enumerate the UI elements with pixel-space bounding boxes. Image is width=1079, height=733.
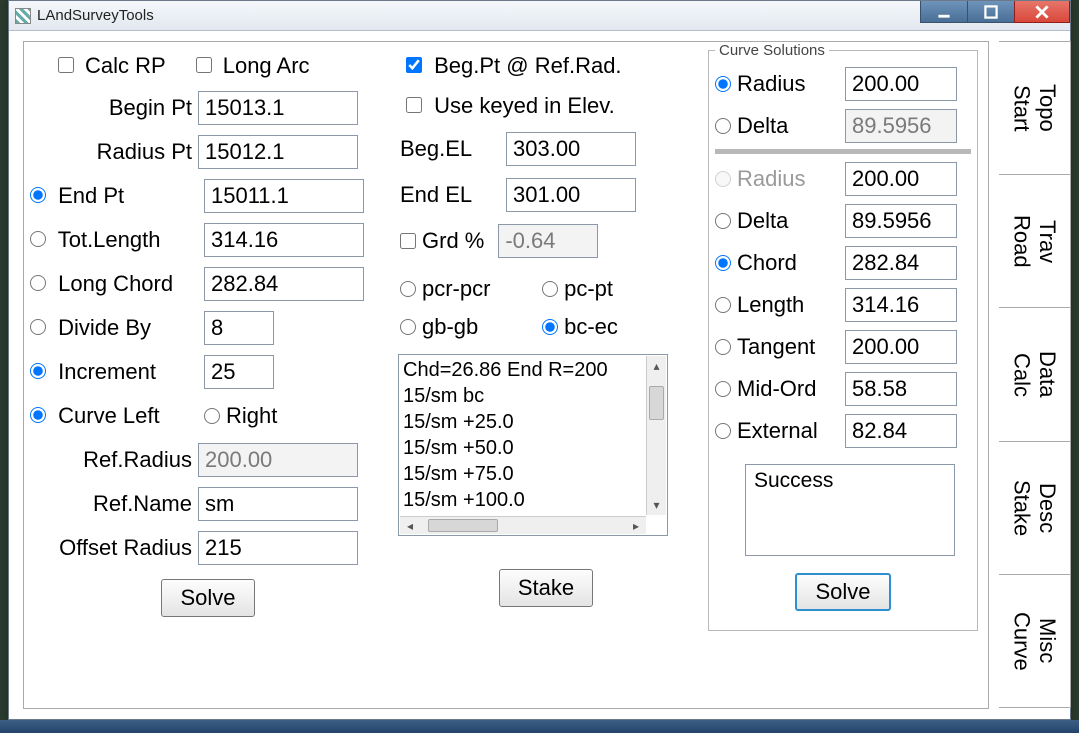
end-el-input[interactable] [506,178,636,212]
cs-chord-radio[interactable]: Chord [715,250,845,276]
increment-radio[interactable]: Increment [28,359,204,385]
cs-length-radio[interactable]: Length [715,292,845,318]
scroll-right-icon[interactable]: ▸ [626,517,646,534]
separator [715,149,971,154]
app-icon [15,8,31,24]
cs-radius1-radio[interactable]: Radius [715,71,845,97]
cs-length-input[interactable] [845,288,957,322]
col3: Curve Solutions Radius Delta Radius Delt… [708,42,978,631]
end-el-label: End EL [396,182,506,208]
ref-radius-label: Ref.Radius [28,447,198,473]
list-item[interactable]: 15/sm +100.0 [403,487,663,513]
cs-external-radio[interactable]: External [715,418,845,444]
tot-length-radio[interactable]: Tot.Length [28,227,204,253]
tot-length-input[interactable] [204,223,364,257]
scroll-down-icon[interactable]: ▾ [647,495,666,515]
cs-delta1-radio[interactable]: Delta [715,113,845,139]
list-item[interactable]: Chd=26.86 End R=200 [403,357,663,383]
list-item[interactable]: 15/sm +25.0 [403,409,663,435]
titlebar[interactable]: LAndSurveyTools [9,1,1070,31]
ref-radius-input[interactable] [198,443,358,477]
radius-pt-input[interactable] [198,135,358,169]
window-title: LAndSurveyTools [37,7,921,24]
cs-delta2-input[interactable] [845,204,957,238]
grd-input[interactable] [498,224,598,258]
client-area: Calc RP Long Arc Begin Pt Radius Pt End … [9,31,1070,719]
cs-midord-input[interactable] [845,372,957,406]
stake-button[interactable]: Stake [499,569,593,607]
col2: Beg.Pt @ Ref.Rad. Use keyed in Elev. Beg… [396,46,696,620]
end-pt-radio[interactable]: End Pt [28,183,204,209]
beg-pt-ref-check[interactable]: Beg.Pt @ Ref.Rad. [406,53,622,79]
divide-by-input[interactable] [204,311,274,345]
ref-name-input[interactable] [198,487,358,521]
tab-misc-curve[interactable]: Misc Curve [999,574,1071,708]
beg-el-label: Beg.EL [396,136,506,162]
horizontal-scrollbar[interactable]: ◂ ▸ [400,516,646,534]
cs-tangent-radio[interactable]: Tangent [715,334,845,360]
output-listbox[interactable]: Chd=26.86 End R=200 15/sm bc 15/sm +25.0… [398,354,668,536]
solve-button-2[interactable]: Solve [795,573,890,611]
long-chord-input[interactable] [204,267,364,301]
increment-input[interactable] [204,355,274,389]
beg-el-input[interactable] [506,132,636,166]
curve-left-radio[interactable]: Curve Left [28,403,204,429]
offset-radius-label: Offset Radius [28,535,198,561]
vertical-scrollbar[interactable]: ▴ ▾ [646,356,666,515]
maximize-button[interactable] [967,1,1015,23]
tab-topo-start[interactable]: Topo Start [999,41,1071,175]
cs-midord-radio[interactable]: Mid-Ord [715,376,845,402]
bc-ec-radio[interactable]: bc-ec [540,308,682,346]
hscroll-thumb[interactable] [428,519,498,532]
curve-solutions-group: Curve Solutions Radius Delta Radius Delt… [708,42,978,631]
list-item[interactable]: 15/sm bc [403,383,663,409]
col1: Calc RP Long Arc Begin Pt Radius Pt End … [28,46,388,626]
tab-trav-road[interactable]: Trav Road [999,174,1071,308]
cs-radius2-radio: Radius [715,166,845,192]
close-button[interactable] [1014,1,1070,23]
gb-gb-radio[interactable]: gb-gb [398,308,540,346]
window-buttons [921,1,1070,30]
begin-pt-label: Begin Pt [28,95,198,121]
taskbar[interactable] [0,720,1079,733]
pcr-pcr-radio[interactable]: pcr-pcr [398,270,540,308]
divide-by-radio[interactable]: Divide By [28,315,204,341]
long-chord-radio[interactable]: Long Chord [28,271,204,297]
cs-tangent-input[interactable] [845,330,957,364]
app-window: LAndSurveyTools Calc RP Long Arc Begin P… [8,0,1071,720]
pc-pt-radio[interactable]: pc-pt [540,270,682,308]
offset-radius-input[interactable] [198,531,358,565]
long-arc-check[interactable]: Long Arc [196,53,310,79]
long-arc-label: Long Arc [223,53,310,78]
grd-check[interactable]: Grd % [400,228,484,254]
use-keyed-check[interactable]: Use keyed in Elev. [406,93,615,119]
curve-solutions-legend: Curve Solutions [715,42,829,59]
scroll-left-icon[interactable]: ◂ [400,517,420,534]
end-pt-input[interactable] [204,179,364,213]
minimize-button[interactable] [920,1,968,23]
begin-pt-input[interactable] [198,91,358,125]
cs-delta2-radio[interactable]: Delta [715,208,845,234]
cs-external-input[interactable] [845,414,957,448]
status-textbox[interactable]: Success [745,464,955,556]
tab-desc-stake[interactable]: Desc Stake [999,441,1071,575]
vertical-tab-strip: Topo Start Trav Road Data Calc Desc Stak… [999,41,1071,707]
calc-rp-label: Calc RP [85,53,166,78]
scroll-thumb[interactable] [649,386,664,420]
cs-chord-input[interactable] [845,246,957,280]
curve-right-radio[interactable]: Right [204,403,277,429]
calc-rp-check[interactable]: Calc RP [58,53,166,79]
listbox-items: Chd=26.86 End R=200 15/sm bc 15/sm +25.0… [399,355,667,536]
ref-name-label: Ref.Name [28,491,198,517]
scroll-up-icon[interactable]: ▴ [647,356,666,376]
radius-pt-label: Radius Pt [28,139,198,165]
list-item[interactable]: 15/sm +75.0 [403,461,663,487]
tab-data-calc[interactable]: Data Calc [999,307,1071,441]
cs-radius1-input[interactable] [845,67,957,101]
solve-button-1[interactable]: Solve [161,579,254,617]
cs-radius2-input[interactable] [845,162,957,196]
main-panel: Calc RP Long Arc Begin Pt Radius Pt End … [23,41,989,709]
cs-delta1-input[interactable] [845,109,957,143]
list-item[interactable]: 15/sm +50.0 [403,435,663,461]
